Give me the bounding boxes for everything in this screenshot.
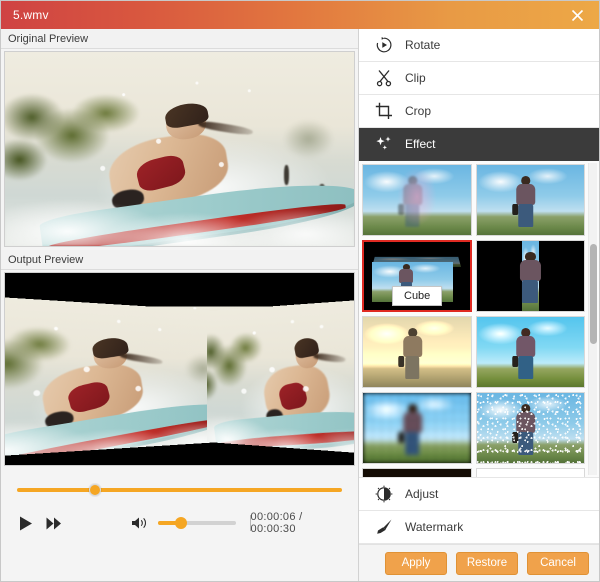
timeline-thumb[interactable] bbox=[89, 484, 101, 496]
menu-item-crop[interactable]: Crop bbox=[359, 95, 599, 128]
cube-effect-render bbox=[5, 273, 354, 465]
fast-forward-button[interactable] bbox=[43, 512, 65, 534]
scrollbar-thumb[interactable] bbox=[590, 244, 597, 344]
preview-column: Original Preview Output Preview 00:00:06… bbox=[1, 29, 359, 581]
volume-thumb[interactable] bbox=[175, 517, 187, 529]
effect-preview-original bbox=[477, 165, 585, 235]
effect-thumbnail[interactable] bbox=[476, 468, 586, 478]
original-scene bbox=[5, 52, 354, 246]
effects-grid: Cube bbox=[359, 161, 587, 477]
effect-thumbnail[interactable] bbox=[362, 392, 472, 464]
menu-label: Rotate bbox=[405, 38, 440, 52]
volume-button[interactable] bbox=[128, 512, 152, 534]
effect-preview-ghost bbox=[363, 165, 471, 235]
effect-preview-sketch bbox=[477, 469, 585, 478]
menu-item-effect[interactable]: Effect bbox=[359, 128, 599, 161]
time-display: 00:00:06 / 00:00:30 bbox=[251, 511, 344, 535]
effect-thumbnail[interactable] bbox=[476, 392, 586, 464]
effect-preview-noise bbox=[477, 393, 585, 463]
menu-label: Clip bbox=[405, 71, 426, 85]
video-editor-window: 5.wmv Original Preview Output Preview 00… bbox=[0, 0, 600, 582]
effects-list: Cube bbox=[359, 161, 599, 478]
title-bar: 5.wmv bbox=[1, 1, 599, 29]
rotate-icon bbox=[373, 34, 395, 56]
window-title: 5.wmv bbox=[13, 8, 49, 22]
timeline-track bbox=[17, 488, 342, 492]
brightness-icon bbox=[373, 483, 395, 505]
window-body: Original Preview Output Preview 00:00:06… bbox=[1, 29, 599, 581]
apply-button[interactable]: Apply bbox=[385, 552, 447, 575]
crop-icon bbox=[373, 100, 395, 122]
effect-tooltip: Cube bbox=[392, 286, 442, 306]
original-preview-label: Original Preview bbox=[1, 29, 358, 49]
effect-thumbnail[interactable] bbox=[362, 468, 472, 478]
cancel-button[interactable]: Cancel bbox=[527, 552, 589, 575]
volume-group bbox=[128, 512, 236, 534]
menu-item-rotate[interactable]: Rotate bbox=[359, 29, 599, 62]
output-preview-video[interactable] bbox=[4, 272, 355, 466]
fast-forward-icon bbox=[46, 517, 62, 530]
effect-thumbnail[interactable] bbox=[476, 164, 586, 236]
restore-button[interactable]: Restore bbox=[456, 552, 518, 575]
output-preview-label: Output Preview bbox=[1, 250, 358, 270]
volume-slider[interactable] bbox=[158, 517, 236, 529]
volume-icon bbox=[131, 516, 149, 530]
effect-thumbnail[interactable] bbox=[362, 164, 472, 236]
dialog-footer: Apply Restore Cancel bbox=[359, 544, 599, 581]
effect-preview-cool bbox=[477, 317, 585, 387]
scissors-icon bbox=[373, 67, 395, 89]
sparkle-icon bbox=[373, 133, 395, 155]
effects-scrollbar[interactable] bbox=[588, 163, 597, 475]
cube-face-right bbox=[207, 299, 355, 454]
effect-preview-sepia bbox=[363, 317, 471, 387]
play-icon bbox=[19, 516, 33, 531]
menu-label: Adjust bbox=[405, 487, 438, 501]
menu-item-clip[interactable]: Clip bbox=[359, 62, 599, 95]
close-icon bbox=[571, 9, 584, 22]
tools-panel: Rotate Clip Crop Effect Cube Adjust Wate… bbox=[359, 29, 599, 581]
play-button[interactable] bbox=[15, 512, 37, 534]
effect-preview-letterbox bbox=[477, 241, 585, 311]
original-preview-video[interactable] bbox=[4, 51, 355, 247]
close-button[interactable] bbox=[555, 1, 599, 29]
menu-label: Crop bbox=[405, 104, 431, 118]
effect-thumbnail[interactable] bbox=[362, 316, 472, 388]
menu-label: Watermark bbox=[405, 520, 463, 534]
brush-icon bbox=[373, 516, 395, 538]
water-spray bbox=[5, 52, 354, 246]
menu-item-watermark[interactable]: Watermark bbox=[359, 511, 599, 544]
effect-thumbnail[interactable] bbox=[476, 240, 586, 312]
effect-preview-glow bbox=[363, 469, 471, 478]
cube-face-front bbox=[4, 295, 221, 458]
menu-item-adjust[interactable]: Adjust bbox=[359, 478, 599, 511]
effect-thumbnail-selected[interactable]: Cube bbox=[362, 240, 472, 312]
transport-row: 00:00:06 / 00:00:30 bbox=[15, 512, 344, 534]
menu-label: Effect bbox=[405, 137, 435, 151]
effect-preview-pixelate bbox=[363, 393, 471, 463]
effect-thumbnail[interactable] bbox=[476, 316, 586, 388]
player-controls: 00:00:06 / 00:00:30 bbox=[1, 469, 358, 581]
timeline-slider[interactable] bbox=[17, 484, 342, 496]
